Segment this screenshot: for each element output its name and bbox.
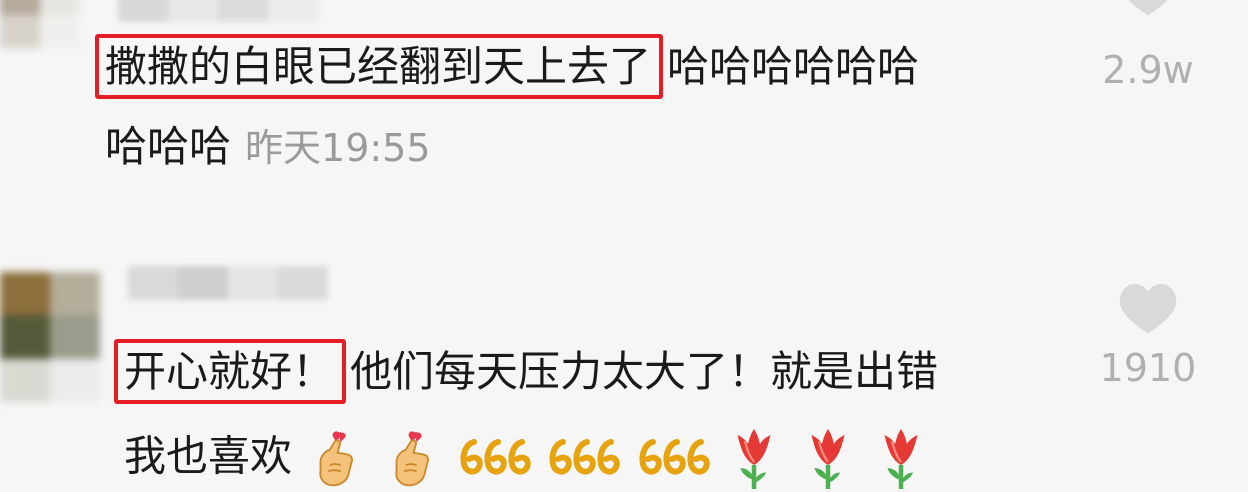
comment-text-rest: 哈哈哈	[105, 122, 232, 171]
username-redacted[interactable]	[118, 0, 318, 22]
avatar-cell	[50, 272, 100, 316]
avatar[interactable]	[0, 272, 100, 402]
number-666-emoji-icon	[545, 434, 621, 484]
comment-text-rest: 我也喜欢	[124, 431, 293, 481]
heart-icon	[1119, 283, 1177, 334]
like-button[interactable]: 1910	[1088, 280, 1208, 390]
comment-text-line: 我也喜欢	[124, 426, 1114, 492]
finger-heart-emoji-icon	[305, 428, 367, 490]
highlighted-phrase: 开心就好！	[114, 339, 347, 404]
like-button[interactable]: 2.9w	[1088, 0, 1208, 92]
username-redacted[interactable]	[128, 266, 328, 300]
tulip-emoji-icon	[871, 426, 931, 492]
avatar-cell	[40, 0, 80, 15]
comment-item: 开心就好！ 他们每天压力太大了！就是出错 我也喜欢 1910	[0, 230, 1248, 489]
avatar-cell	[0, 358, 50, 402]
avatar-cell	[0, 0, 40, 15]
avatar-cell	[0, 315, 50, 359]
avatar[interactable]	[0, 0, 80, 48]
comment-item: 撒撒的白眼已经翻到天上去了 哈哈哈哈哈哈 哈哈哈 昨天19:55 2.9w	[0, 0, 1248, 230]
like-count: 2.9w	[1102, 48, 1194, 92]
comment-text-rest: 他们每天压力太大了！就是出错	[350, 347, 939, 396]
comment-text-line: 撒撒的白眼已经翻到天上去了 哈哈哈哈哈哈	[95, 34, 1095, 99]
tulip-emoji-icon	[724, 426, 784, 492]
avatar-cell	[50, 358, 100, 402]
highlighted-phrase: 撒撒的白眼已经翻到天上去了	[95, 34, 664, 99]
finger-heart-emoji-icon	[381, 428, 443, 490]
avatar-cell	[40, 15, 80, 48]
tulip-emoji-icon	[798, 426, 858, 492]
avatar-cell	[0, 272, 50, 316]
timestamp: 昨天19:55	[245, 126, 431, 170]
avatar-cell	[50, 315, 100, 359]
heart-icon	[1128, 0, 1168, 16]
comment-text-rest: 哈哈哈哈哈哈	[667, 42, 920, 91]
comment-text-line: 哈哈哈 昨天19:55	[105, 126, 1095, 168]
avatar-cell	[0, 15, 40, 48]
number-666-emoji-icon	[635, 434, 711, 484]
number-666-emoji-icon	[456, 434, 532, 484]
comment-text-line: 开心就好！ 他们每天压力太大了！就是出错	[114, 339, 1114, 404]
like-count: 1910	[1099, 346, 1197, 390]
